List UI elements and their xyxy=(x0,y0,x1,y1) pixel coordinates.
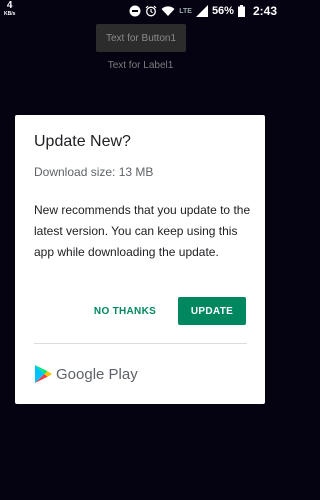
divider xyxy=(34,343,247,344)
battery-percent: 56% xyxy=(211,5,234,17)
alarm-icon xyxy=(145,5,157,17)
google-play-icon xyxy=(35,365,52,383)
clock: 2:43 xyxy=(252,4,277,18)
wifi-icon xyxy=(161,6,175,16)
network-type: LTE xyxy=(179,7,192,15)
dialog-title: Update New? xyxy=(34,133,131,150)
update-dialog: Update New? Download size: 13 MB New rec… xyxy=(15,115,265,404)
network-speed-unit: KB/s xyxy=(4,11,16,17)
network-speed: 4 KB/s xyxy=(4,1,15,17)
dnd-icon xyxy=(129,5,141,17)
dialog-message: New recommends that you update to the la… xyxy=(34,203,251,259)
update-button[interactable]: UPDATE xyxy=(178,297,246,325)
network-speed-value: 4 xyxy=(6,0,13,11)
battery-icon xyxy=(237,5,245,17)
signal-icon xyxy=(195,5,208,17)
no-thanks-button[interactable]: NO THANKS xyxy=(87,297,163,325)
app-button[interactable]: Text for Button1 xyxy=(96,24,186,52)
google-play-text: Google Play xyxy=(56,366,138,383)
status-bar: 4 KB/s LTE 56% 2:43 xyxy=(0,0,281,24)
app-label: Text for Label1 xyxy=(107,60,174,71)
download-size: Download size: 13 MB xyxy=(34,165,154,179)
